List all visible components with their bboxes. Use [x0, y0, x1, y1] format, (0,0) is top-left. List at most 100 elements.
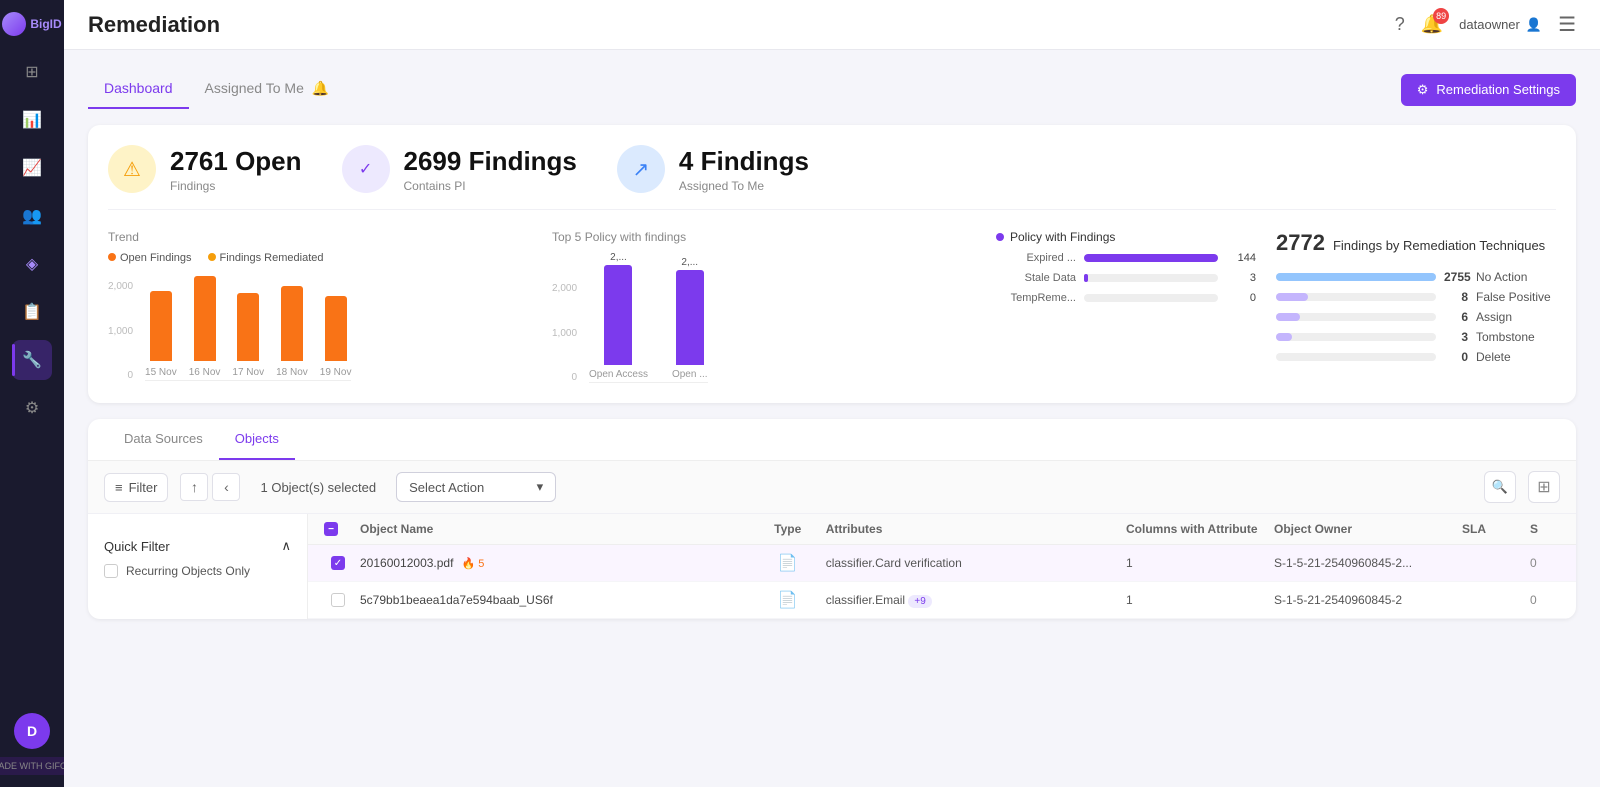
th-attributes: Attributes [826, 522, 1118, 536]
settings-gear-icon: ⚙ [1417, 82, 1429, 98]
search-button[interactable]: 🔍 [1484, 471, 1516, 503]
search-icon: 🔍 [1492, 479, 1508, 495]
row-type-icon: 📄 [758, 590, 818, 610]
sidebar-item-dashboard[interactable]: ⊞ [12, 52, 52, 92]
dashboard-card: ⚠ 2761 Open Findings ✓ 2699 Findings Con… [88, 125, 1576, 403]
bar-fill [325, 296, 347, 361]
section-tabs: Data Sources Objects [88, 419, 1576, 461]
trend-legend: Open Findings Findings Remediated [108, 252, 532, 264]
policy-chart-section: Top 5 Policy with findings 2,000 1,000 0… [552, 230, 976, 383]
th-cols-with-attr: Columns with Attribute [1126, 522, 1266, 536]
stat-open-findings: ⚠ 2761 Open Findings [108, 145, 302, 193]
row-checkbox-unchecked[interactable] [324, 593, 352, 607]
th-sla: SLA [1462, 522, 1522, 536]
open-findings-number: 2761 Open [170, 146, 302, 177]
pf-row-temp: TempReme... 0 [996, 292, 1256, 304]
trend-chart-title: Trend [108, 230, 532, 244]
th-object-owner: Object Owner [1274, 522, 1454, 536]
filter-button[interactable]: ≡ Filter [104, 473, 168, 502]
quick-filter-title: Quick Filter ∧ [104, 538, 291, 554]
recurring-label: Recurring Objects Only [126, 564, 250, 578]
technique-false-positive: 8 False Positive [1276, 290, 1556, 304]
row-cols-with-attr: 1 [1126, 556, 1266, 570]
main-content: Remediation ? 🔔 89 dataowner 👤 ☰ Dashboa… [64, 0, 1600, 787]
select-action-label: Select Action [409, 480, 484, 495]
app-logo[interactable]: BigID [2, 12, 61, 36]
th-s: S [1530, 522, 1560, 536]
user-avatar[interactable]: D [14, 713, 50, 749]
collapse-icon[interactable]: ‹ [212, 473, 240, 501]
logo-icon [2, 12, 26, 36]
select-action-dropdown[interactable]: Select Action ▾ [396, 472, 556, 502]
policy-chart-title: Top 5 Policy with findings [552, 230, 976, 244]
sidebar-item-policies[interactable]: 📋 [12, 292, 52, 332]
policy-bars: 2,... Open Access 2,... Open ... [589, 252, 708, 383]
unchecked-box [331, 593, 345, 607]
sidebar-item-reports[interactable]: 📈 [12, 148, 52, 188]
trend-bars: 15 Nov 16 Nov 17 Nov 18 Nov 19 Nov [145, 276, 351, 381]
assigned-icon: ↗ [617, 145, 665, 193]
trend-chart-section: Trend Open Findings Findings Remediated … [108, 230, 532, 381]
user-menu[interactable]: dataowner 👤 [1459, 17, 1542, 33]
row-s: 0 [1530, 556, 1560, 570]
assigned-info: 4 Findings Assigned To Me [679, 146, 809, 193]
quick-filter-chevron[interactable]: ∧ [281, 538, 291, 554]
help-icon[interactable]: ? [1395, 14, 1405, 35]
tab-dashboard[interactable]: Dashboard [88, 70, 189, 109]
pf-row-stale: Stale Data 3 [996, 272, 1256, 284]
policy-bar-open: 2,... Open ... [672, 257, 708, 380]
filter-icon: ≡ [115, 480, 123, 495]
table-header: − Object Name Type Attributes Columns wi… [308, 514, 1576, 545]
row-object-name: 20160012003.pdf 🔥 5 [360, 556, 750, 570]
sidebar: BigID ⊞ 📊 📈 👥 ◈ 📋 🔧 ⚙ D MADE WITH GIFOX [0, 0, 64, 787]
table-row: 5c79bb1beaea1da7e594baab_US6f 📄 classifi… [308, 582, 1576, 619]
tab-list: Dashboard Assigned To Me 🔔 [88, 70, 345, 109]
policy-bar-fill [604, 265, 632, 365]
row-attributes: classifier.Email +9 [826, 593, 1118, 607]
topbar-right: ? 🔔 89 dataowner 👤 ☰ [1395, 12, 1576, 37]
policy-findings-title: Policy with Findings [1010, 230, 1115, 244]
tab-objects[interactable]: Objects [219, 419, 295, 460]
contains-pi-info: 2699 Findings Contains PI [404, 146, 577, 193]
open-findings-info: 2761 Open Findings [170, 146, 302, 193]
sidebar-item-remediation[interactable]: 🔧 [12, 340, 52, 380]
username: dataowner [1459, 17, 1520, 32]
stat-contains-pi: ✓ 2699 Findings Contains PI [342, 145, 577, 193]
techniques-header: 2772 Findings by Remediation Techniques [1276, 230, 1556, 266]
sidebar-item-settings[interactable]: ⚙ [12, 388, 52, 428]
page-title: Remediation [88, 12, 220, 38]
th-checkbox: − [324, 522, 352, 536]
bar-fill [194, 276, 216, 361]
remediation-settings-button[interactable]: ⚙ Remediation Settings [1401, 74, 1576, 106]
attr-plus-badge: +9 [908, 595, 931, 608]
assigned-number: 4 Findings [679, 146, 809, 177]
select-all-checkbox[interactable]: − [324, 522, 338, 536]
tab-assigned[interactable]: Assigned To Me 🔔 [189, 70, 346, 109]
contains-pi-number: 2699 Findings [404, 146, 577, 177]
row-s: 0 [1530, 593, 1560, 607]
topbar-menu-icon[interactable]: ☰ [1558, 12, 1576, 37]
table-area: Quick Filter ∧ Recurring Objects Only − [88, 514, 1576, 619]
row-checkbox-checked[interactable]: ✓ [324, 556, 352, 570]
columns-icon: ⊞ [1537, 477, 1550, 497]
sidebar-item-users[interactable]: 👥 [12, 196, 52, 236]
contains-pi-label: Contains PI [404, 179, 577, 193]
topbar: Remediation ? 🔔 89 dataowner 👤 ☰ [64, 0, 1600, 50]
policy-bar-open-access: 2,... Open Access [589, 252, 648, 380]
collapse-buttons: ↑ ‹ [180, 473, 240, 501]
sidebar-item-analytics[interactable]: 📊 [12, 100, 52, 140]
notification-badge: 89 [1433, 8, 1449, 24]
tab-data-sources[interactable]: Data Sources [108, 419, 219, 460]
notifications-icon[interactable]: 🔔 89 [1421, 14, 1443, 35]
expand-icon[interactable]: ↑ [180, 473, 208, 501]
assigned-label: Assigned To Me [679, 179, 809, 193]
sidebar-item-catalog[interactable]: ◈ [12, 244, 52, 284]
th-type: Type [758, 522, 818, 536]
bar-17nov: 17 Nov [232, 293, 264, 378]
findings-dot [996, 233, 1004, 241]
recurring-checkbox[interactable] [104, 564, 118, 578]
columns-toggle-button[interactable]: ⊞ [1528, 471, 1560, 503]
bar-fill [150, 291, 172, 361]
policy-findings-legend: Policy with Findings [996, 230, 1256, 244]
trend-y-axis: 2,000 1,000 0 [108, 281, 137, 381]
